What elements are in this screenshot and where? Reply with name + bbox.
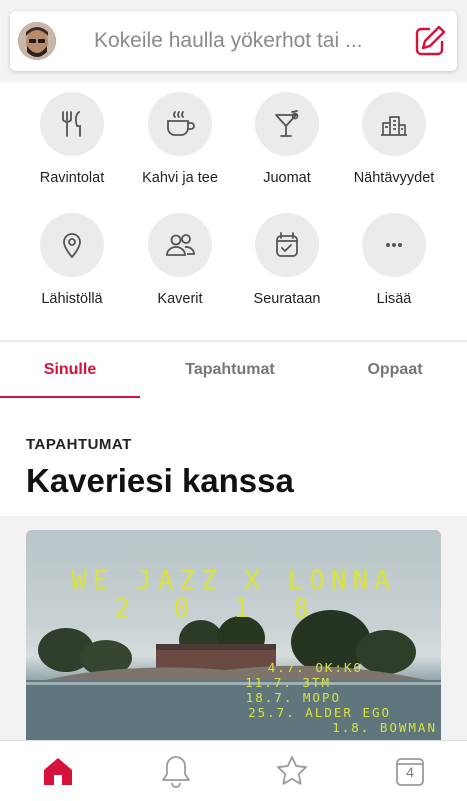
category-label: Lisää xyxy=(376,291,412,307)
location-pin-icon xyxy=(40,213,104,277)
tab-tapahtumat[interactable]: Tapahtumat xyxy=(160,342,300,398)
section-header: TAPAHTUMAT Kaveriesi kanssa xyxy=(0,398,467,516)
calendar-icon[interactable]: 4 xyxy=(392,753,428,789)
tab-sinulle[interactable]: Sinulle xyxy=(0,342,140,399)
lineup-item: 25.7. ALDER EGO xyxy=(248,705,391,720)
category-lahistolla[interactable]: Lähistöllä xyxy=(18,213,126,307)
tab-label: Tapahtumat xyxy=(185,361,275,378)
lineup-item: 1.8. BOWMAN xyxy=(332,720,437,735)
bottom-navigation: 4 xyxy=(0,740,467,801)
event-year: 2018 xyxy=(114,594,353,624)
content-tabs: Sinulle Tapahtumat Oppaat xyxy=(0,341,467,399)
calendar-day: 4 xyxy=(406,764,414,780)
category-grid: Ravintolat Kahvi ja tee Juomat Nähtävyyd… xyxy=(0,82,467,340)
category-label: Seurataan xyxy=(253,291,321,307)
tab-label: Oppaat xyxy=(367,361,423,378)
category-juomat[interactable]: Juomat xyxy=(233,92,341,186)
category-label: Kahvi ja tee xyxy=(142,170,218,186)
lineup-item: 11.7. 3TM xyxy=(245,675,331,690)
section-title: Kaveriesi kanssa xyxy=(26,462,294,499)
cocktail-icon xyxy=(255,92,319,156)
lineup-item: 4.7. OK:KO xyxy=(267,660,363,675)
event-title: WE JAZZ X LONNA xyxy=(71,566,396,596)
category-label: Nähtävyydet xyxy=(353,170,435,186)
category-kaverit[interactable]: Kaverit xyxy=(126,213,234,307)
category-label: Ravintolat xyxy=(39,170,105,186)
search-input[interactable]: Kokeile haulla yökerhot tai ... xyxy=(94,29,363,53)
category-label: Juomat xyxy=(263,170,311,186)
category-seurataan[interactable]: Seurataan xyxy=(233,213,341,307)
fork-knife-icon xyxy=(40,92,104,156)
tab-oppaat[interactable]: Oppaat xyxy=(325,342,465,398)
event-card[interactable]: WE JAZZ X LONNA 2018 4.7. OK:KO 11.7. 3T… xyxy=(26,530,441,740)
more-dots-icon xyxy=(362,213,426,277)
tab-label: Sinulle xyxy=(43,361,97,378)
home-icon[interactable] xyxy=(40,753,76,789)
compose-icon[interactable] xyxy=(413,24,447,58)
bell-icon[interactable] xyxy=(158,753,194,789)
category-label: Lähistöllä xyxy=(41,291,103,307)
buildings-icon xyxy=(362,92,426,156)
lineup-item: 18.7. MOPO xyxy=(245,690,341,705)
calendar-check-icon xyxy=(255,213,319,277)
category-kahvi-ja-tee[interactable]: Kahvi ja tee xyxy=(126,92,234,186)
category-nahtavyydet[interactable]: Nähtävyydet xyxy=(340,92,448,186)
star-icon[interactable] xyxy=(274,753,310,789)
category-ravintolat[interactable]: Ravintolat xyxy=(18,92,126,186)
search-bar[interactable]: Kokeile haulla yökerhot tai ... xyxy=(10,11,457,71)
people-icon xyxy=(148,213,212,277)
category-label: Kaverit xyxy=(157,291,203,307)
category-lisaa[interactable]: Lisää xyxy=(340,213,448,307)
section-eyebrow: TAPAHTUMAT xyxy=(26,436,132,453)
avatar[interactable] xyxy=(18,22,56,60)
coffee-cup-icon xyxy=(148,92,212,156)
